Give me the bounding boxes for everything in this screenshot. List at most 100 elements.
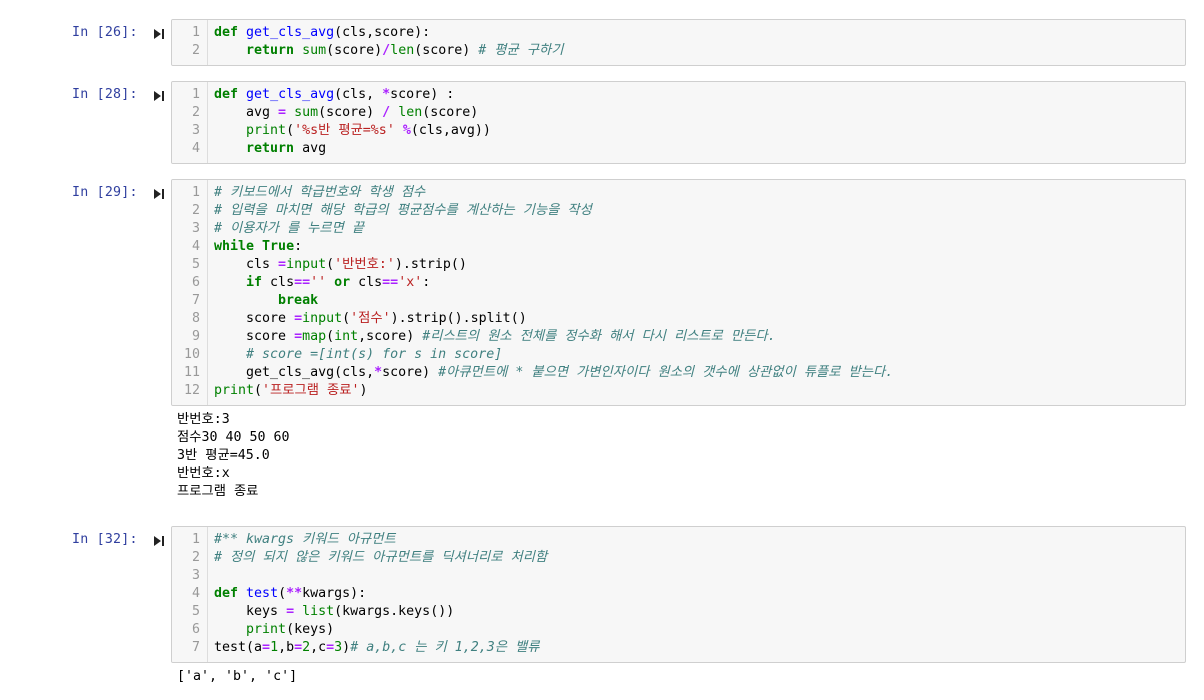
code-line: 3 print('%s반 평균=%s' %(cls,avg)) [172,122,1185,140]
code-editor[interactable]: 1 def get_cls_avg(cls,score): 2 return sum… [171,19,1186,66]
line-number: 2 [191,550,200,565]
code-line: 9 score =map(int,score) #리스트의 원소 전체를 정수화… [172,328,1185,346]
line-number: 5 [191,257,200,272]
code-token: % [402,123,411,138]
code-token: ** [286,586,303,601]
code-line: 4 while True: [172,238,1185,256]
code-token: len [398,105,423,120]
code-token: or [334,275,351,290]
code-token: * [382,87,391,102]
code-token: ( [278,586,287,601]
run-cell-icon[interactable] [153,28,165,40]
line-number: 4 [191,141,200,156]
code-token: get_cls_avg [246,87,335,102]
output-line: 점수30 40 50 60 [177,430,290,445]
code-token: test(a [214,640,263,655]
line-number: 4 [191,586,200,601]
code-line: 6 print(keys) [172,621,1185,639]
code-token: #** kwargs 키워드 아규먼트 [214,532,396,547]
code-token: '반번호:' [334,257,395,272]
output-line: 반번호:3 [177,412,230,427]
code-token: # 이용자가 를 누르면 끝 [214,221,365,236]
cell-prompt: In [28]: [72,87,138,102]
code-token: # 정의 되지 않은 키워드 아규먼트를 딕셔너리로 처리함 [214,550,548,565]
line-number: 1 [191,87,200,102]
code-text: score =map(int,score) #리스트의 원소 전체를 정수화 해… [214,328,776,346]
code-token: cls [214,257,279,272]
code-token: cls [350,275,383,290]
code-token: == [382,275,399,290]
output-line: 3반 평균=45.0 [177,448,270,463]
code-token: '%s반 평균=%s' [294,123,395,138]
code-token: # a,b,c 는 키 1,2,3은 밸류 [350,640,540,655]
code-line: 2 avg = sum(score) / len(score) [172,104,1185,122]
code-text: if cls=='' or cls=='x': [214,274,430,292]
code-editor[interactable]: 1 def get_cls_avg(cls, *score) :2 avg = s… [171,81,1186,164]
code-token: #리스트의 원소 전체를 정수화 해서 다시 리스트로 만든다. [422,329,776,344]
code-text: return sum(score)/len(score) # 평균 구하기 [214,42,563,60]
code-token: / [382,43,391,58]
code-text: test(a=1,b=2,c=3)# a,b,c 는 키 1,2,3은 밸류 [214,639,539,657]
code-token: (score) [326,43,383,58]
line-number: 5 [191,604,200,619]
code-text: while True: [214,238,302,256]
line-number: 2 [191,43,200,58]
code-token: ( [286,123,295,138]
code-token: get_cls_avg [246,25,335,40]
code-editor[interactable]: 1 # 키보드에서 학급번호와 학생 점수 2 # 입력을 마치면 해당 학급의 평균… [171,179,1186,406]
code-token: return [246,141,295,156]
code-token: ).strip().split() [390,311,527,326]
code-token: kwargs): [302,586,367,601]
code-line: 3 [172,567,1185,585]
code-text: print('%s반 평균=%s' %(cls,avg)) [214,122,491,140]
code-token: avg [214,105,279,120]
code-line: 7 break [172,292,1185,310]
line-number: 3 [191,221,200,236]
code-token: len [390,43,415,58]
line-number: 7 [191,293,200,308]
line-number: 2 [191,203,200,218]
run-cell-icon[interactable] [153,535,165,547]
code-text: # 정의 되지 않은 키워드 아규먼트를 딕셔너리로 처리함 [214,549,547,567]
code-text: def get_cls_avg(cls, *score) : [214,86,454,104]
code-line: 5 cls =input('반번호:').strip() [172,256,1185,274]
code-token: if [246,275,263,290]
code-token: 'x' [398,275,423,290]
code-text: return avg [214,140,326,158]
code-token: score [214,329,295,344]
code-token: = [278,257,287,272]
code-text: # 키보드에서 학급번호와 학생 점수 [214,184,425,202]
code-line: 12 print('프로그램 종료') [172,382,1185,400]
code-token: keys [214,604,287,619]
code-token: 3 [334,640,343,655]
code-line: 6 if cls=='' or cls=='x': [172,274,1185,292]
code-line: 2 # 입력을 마치면 해당 학급의 평균점수를 계산하는 기능을 작성 [172,202,1185,220]
run-cell-icon[interactable] [153,90,165,102]
cell-output: ['a', 'b', 'c'] [177,668,297,686]
code-token: ,score) [358,329,423,344]
code-token: : [294,239,303,254]
code-token: (kwargs.keys()) [334,604,455,619]
line-number: 1 [191,25,200,40]
run-cell-icon[interactable] [153,188,165,200]
code-text: # score =[int(s) for s in score] [214,346,502,364]
line-number: 9 [191,329,200,344]
code-text: avg = sum(score) / len(score) [214,104,478,122]
code-line: 2 # 정의 되지 않은 키워드 아규먼트를 딕셔너리로 처리함 [172,549,1185,567]
code-text: # 이용자가 를 누르면 끝 [214,220,364,238]
code-editor[interactable]: 1 #** kwargs 키워드 아규먼트 2 # 정의 되지 않은 키워드 아규먼트… [171,526,1186,663]
code-token: def [214,586,239,601]
code-token: '점수' [350,311,391,326]
code-text: print(keys) [214,621,334,639]
code-token: ( [326,329,335,344]
code-line: 1 def get_cls_avg(cls, *score) : [172,86,1185,104]
code-token: ,c [310,640,327,655]
